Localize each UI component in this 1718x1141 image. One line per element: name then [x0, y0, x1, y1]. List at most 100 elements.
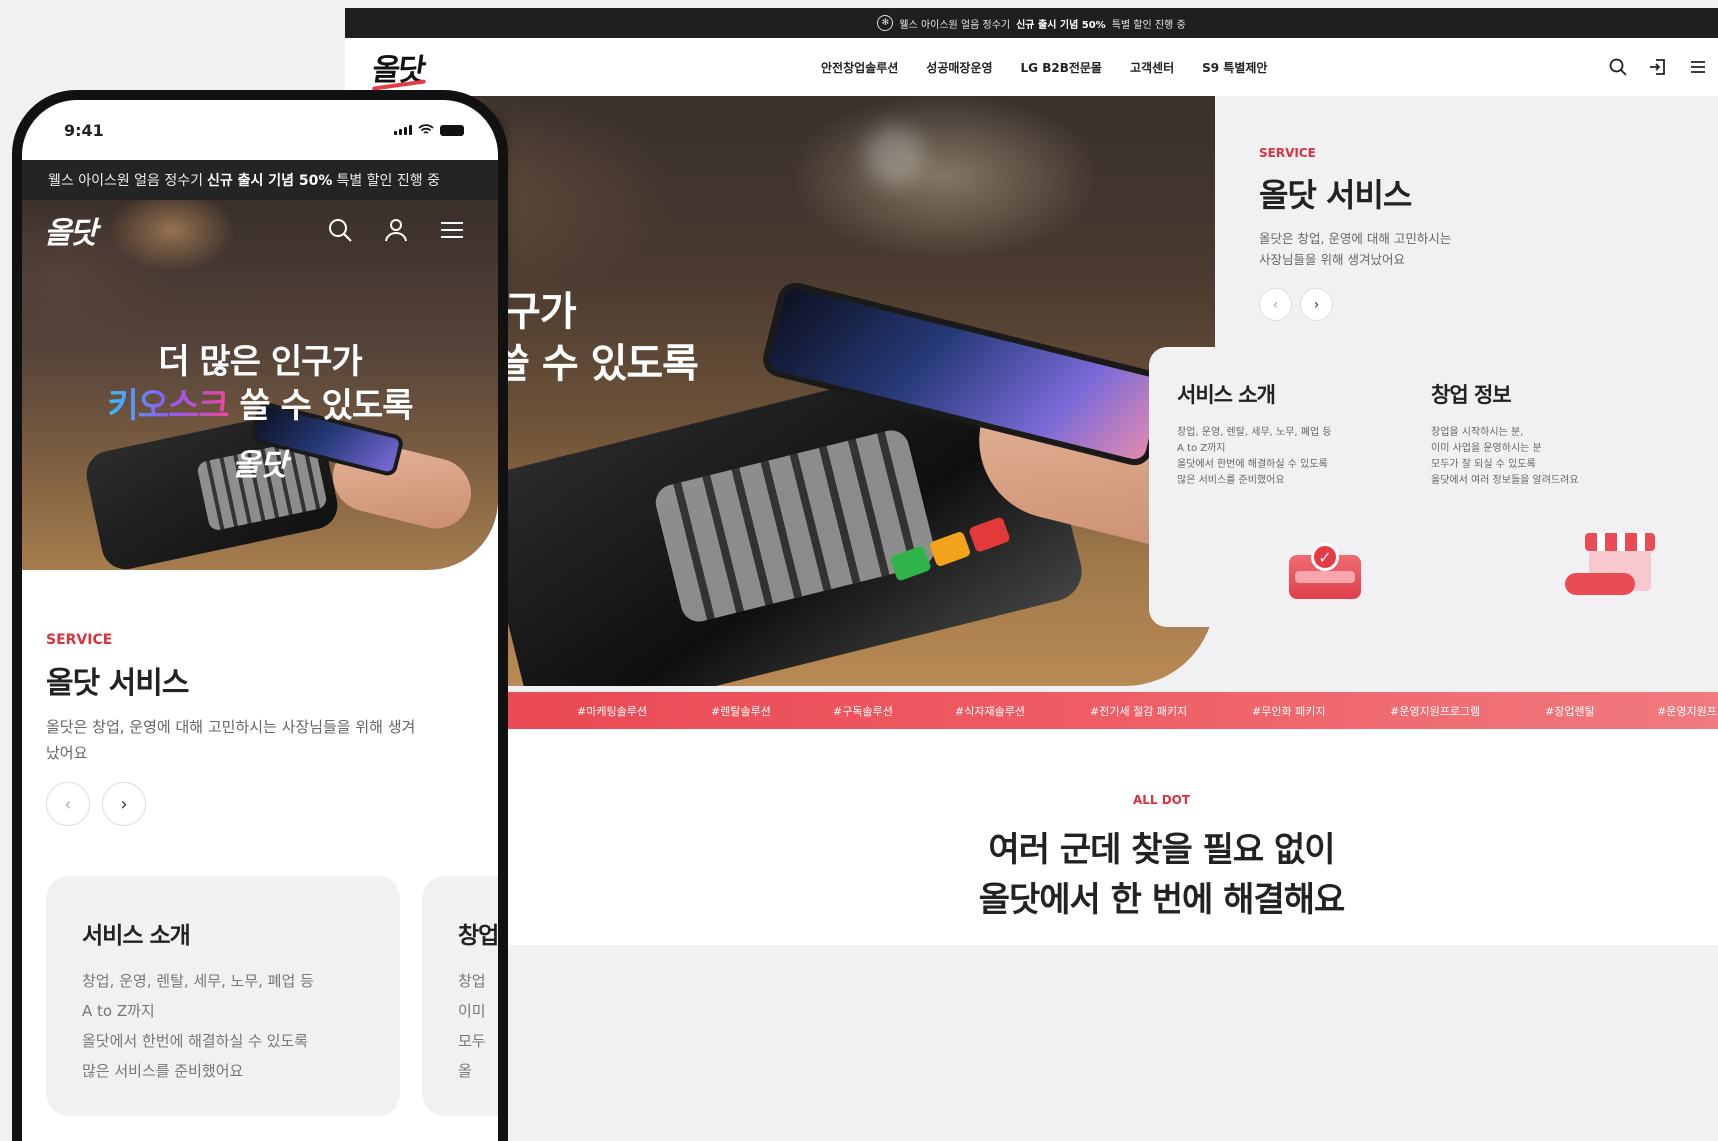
status-time: 9:41 — [64, 120, 104, 140]
card-title: 서비스 소개 — [82, 923, 191, 949]
hashtag[interactable]: #운영지원프로그램 — [1390, 703, 1480, 719]
service-description: 올닷은 창업, 운영에 대해 고민하시는 사장님들을 위해 생겨났어요 — [46, 718, 416, 762]
hashtag[interactable]: #운영지원프 — [1657, 703, 1717, 719]
status-bar: 9:41 — [22, 100, 498, 160]
brand-logo[interactable]: 올닷 — [44, 208, 97, 252]
hashtag-marquee: 선 #마케팅솔루션 #렌탈솔루션 #구독솔루션 #식자재솔루션 #전기세 절감 … — [345, 692, 1718, 729]
card-line: 창업, 운영, 렌탈, 세무, 노무, 폐업 등 — [1177, 427, 1332, 438]
mobile-header-icons — [326, 216, 466, 244]
card-description: 창업, 운영, 렌탈, 세무, 노무, 폐업 등 A to Z까지 올닷에서 한… — [82, 966, 462, 1086]
card-description: 창업, 운영, 렌탈, 세무, 노무, 폐업 등 A to Z까지 올닷에서 한… — [1177, 425, 1359, 489]
service-intro: SERVICE 올닷 서비스 올닷은 창업, 운영에 대해 고민하시는 사장님들… — [1259, 146, 1718, 321]
card-line: 모두가 잘 되실 수 있도록 — [1431, 459, 1536, 470]
alldot-line-2: 올닷에서 한 번에 해결해요 — [978, 880, 1346, 920]
card-line: 창업을 시작하시는 분, — [1431, 427, 1524, 438]
card-line: 많은 서비스를 준비했어요 — [1177, 475, 1285, 486]
card-line: 창업, 운영, 렌탈, 세무, 노무, 폐업 등 — [82, 972, 314, 990]
main-header: 올닷 안전창업솔루션 성공매장운영 LG B2B전문몰 고객센터 S9 특별제안 — [345, 38, 1718, 96]
card-description: 창업을 시작하시는 분, 이미 사업을 운영하시는 분 모두가 잘 되실 수 있… — [1431, 425, 1613, 489]
card-title: 창업 — [458, 923, 498, 949]
mobile-service-cards: 서비스 소개 창업, 운영, 렌탈, 세무, 노무, 폐업 등 A to Z까지… — [46, 876, 498, 1116]
promo-highlight: 신규 출시 기념 50% — [1016, 19, 1106, 31]
brand-logo[interactable]: 올닷 — [370, 45, 427, 91]
service-label: SERVICE — [1259, 146, 1316, 160]
menu-icon[interactable] — [438, 216, 466, 244]
user-icon[interactable] — [382, 216, 410, 244]
mobile-service-intro: SERVICE 올닷 서비스 올닷은 창업, 운영에 대해 고민하시는 사장님들… — [22, 570, 498, 1116]
hero-line-2-rest: 쓸 수 있도록 — [480, 341, 699, 387]
hashtag[interactable]: #식자재솔루션 — [955, 703, 1025, 719]
header-icons — [1608, 38, 1708, 96]
hashtag[interactable]: #구독솔루션 — [833, 703, 893, 719]
mobile-screen: 9:41 웰스 아이스원 얼음 정수기 신규 출시 기념 50% 특별 할인 진… — [22, 100, 498, 1141]
card-line: 모두 — [458, 1032, 486, 1050]
menu-icon[interactable] — [1688, 57, 1708, 77]
card-line: 이미 — [458, 1002, 486, 1020]
card-line: 올닷에서 한번에 해결하실 수 있도록 — [1177, 459, 1328, 470]
hashtag[interactable]: #마케팅솔루션 — [577, 703, 647, 719]
hero-line-2-rest: 쓸 수 있도록 — [228, 386, 413, 426]
alldot-section: ALL DOT 여러 군데 찾을 필요 없이 올닷에서 한 번에 해결해요 — [345, 729, 1718, 945]
bg-light — [865, 126, 925, 186]
card-line: 올 — [458, 1062, 472, 1080]
mobile-hero-banner[interactable]: 올닷 더 많은 인구가 키오스크 쓸 수 있도록 올닷 — [22, 200, 498, 570]
service-card-startup-info[interactable]: 창업 창업 이미 모두 올 — [422, 876, 498, 1116]
service-card-intro[interactable]: 서비스 소개 창업, 운영, 렌탈, 세무, 노무, 폐업 등 A to Z까지… — [46, 876, 400, 1116]
mobile-promo-bar[interactable]: 웰스 아이스원 얼음 정수기 신규 출시 기념 50% 특별 할인 진행 중 — [22, 160, 498, 200]
service-title: 올닷 서비스 — [1259, 176, 1412, 214]
search-icon[interactable] — [326, 216, 354, 244]
battery-icon — [440, 124, 464, 136]
search-icon[interactable] — [1608, 57, 1628, 77]
promo-prefix: 웰스 아이스원 얼음 정수기 — [899, 19, 1011, 31]
next-arrow-button[interactable]: › — [102, 782, 146, 826]
next-arrow-button[interactable]: › — [1300, 288, 1333, 321]
mobile-header: 올닷 — [22, 200, 498, 260]
envelope-check-icon: ✓ — [1289, 543, 1361, 599]
hero-line-1: 더 많은 인구가 — [158, 342, 362, 382]
mobile-hero-headline: 더 많은 인구가 키오스크 쓸 수 있도록 — [22, 340, 498, 428]
promo-badge-icon: ✻ — [877, 15, 894, 31]
hero-highlight: 키오스크 — [107, 386, 229, 426]
promo-highlight: 신규 출시 기념 50% — [207, 173, 333, 189]
nav-item-store-operation[interactable]: 성공매장운영 — [926, 59, 992, 76]
service-card-startup-info[interactable]: 창업 정보 창업을 시작하시는 분, 이미 사업을 운영하시는 분 모두가 잘 … — [1403, 347, 1655, 627]
hero-line-2: 키오스크 쓸 수 있도록 — [22, 384, 498, 428]
signal-icon — [394, 125, 412, 135]
service-slider-controls: ‹ › — [1259, 288, 1718, 321]
prev-arrow-button[interactable]: ‹ — [1259, 288, 1292, 321]
nav-item-safe-startup[interactable]: 안전창업솔루션 — [821, 59, 898, 76]
hero-logo: 올닷 — [232, 448, 288, 483]
service-label: SERVICE — [46, 632, 113, 648]
prev-arrow-button[interactable]: ‹ — [46, 782, 90, 826]
main-nav: 안전창업솔루션 성공매장운영 LG B2B전문몰 고객센터 S9 특별제안 — [821, 38, 1267, 96]
status-system-icons — [394, 124, 464, 136]
login-icon[interactable] — [1648, 57, 1668, 77]
service-slider-controls: ‹ › — [46, 782, 474, 826]
service-desc-line-2: 사장님들을 위해 생겨났어요 — [1259, 252, 1405, 267]
hashtag[interactable]: #렌탈솔루션 — [711, 703, 771, 719]
card-title: 서비스 소개 — [1177, 383, 1276, 407]
wifi-icon — [418, 124, 434, 134]
nav-item-customer-center[interactable]: 고객센터 — [1130, 59, 1174, 76]
nav-item-lg-b2b[interactable]: LG B2B전문몰 — [1021, 59, 1102, 76]
card-line: 이미 사업을 운영하시는 분 — [1431, 443, 1542, 454]
alldot-label: ALL DOT — [1132, 793, 1191, 807]
alldot-line-1: 여러 군데 찾을 필요 없이 — [988, 830, 1335, 870]
card-title: 창업 정보 — [1431, 383, 1512, 407]
card-line: 올닷에서 한번에 해결하실 수 있도록 — [82, 1032, 309, 1050]
service-title: 올닷 서비스 — [46, 666, 189, 701]
shop-icon — [1565, 529, 1655, 599]
card-line: 창업 — [458, 972, 486, 990]
service-card-intro[interactable]: 서비스 소개 창업, 운영, 렌탈, 세무, 노무, 폐업 등 A to Z까지… — [1149, 347, 1387, 627]
card-line: 많은 서비스를 준비했어요 — [82, 1062, 244, 1080]
hashtag[interactable]: #전기세 절감 패키지 — [1090, 703, 1187, 719]
promo-suffix: 특별 할인 진행 중 — [1111, 19, 1186, 31]
promo-suffix: 특별 할인 진행 중 — [336, 173, 440, 189]
desktop-screen: ✻ 웰스 아이스원 얼음 정수기 신규 출시 기념 50% 특별 할인 진행 중… — [345, 8, 1718, 1141]
nav-item-s9-offer[interactable]: S9 특별제안 — [1202, 59, 1267, 76]
promo-prefix: 웰스 아이스원 얼음 정수기 — [48, 173, 204, 189]
hashtag[interactable]: #무인화 패키지 — [1252, 703, 1325, 719]
promo-bar[interactable]: ✻ 웰스 아이스원 얼음 정수기 신규 출시 기념 50% 특별 할인 진행 중 — [345, 8, 1718, 38]
card-line: A to Z까지 — [1177, 443, 1226, 454]
hashtag[interactable]: #창업렌탈 — [1545, 703, 1595, 719]
